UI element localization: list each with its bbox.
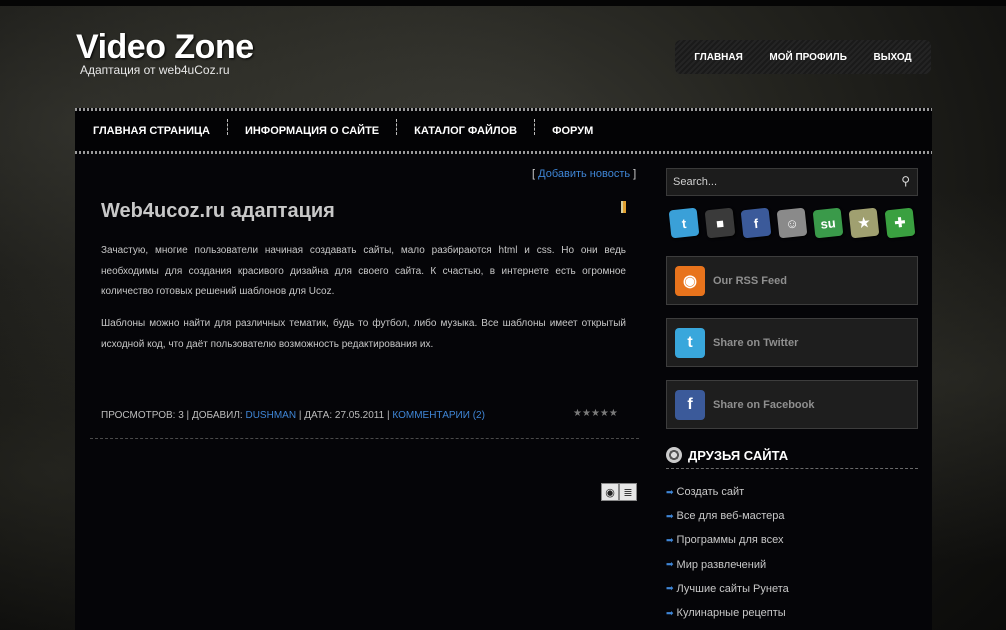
friends-list: ➡ Создать сайт ➡ Все для веб-мастера ➡ Програ… — [666, 480, 789, 625]
friend-link[interactable]: ➡ Все для веб-мастера — [666, 504, 789, 528]
arrow-right-icon: ➡ — [666, 486, 674, 497]
post-tools: ◉ ≣ — [601, 483, 637, 501]
add-news: [ Добавить новость ] — [532, 168, 636, 180]
topnav-logout[interactable]: ВЫХОД — [873, 52, 911, 63]
search-input[interactable] — [673, 176, 888, 188]
facebook-icon[interactable]: f — [740, 207, 772, 239]
language-flag-icon — [621, 201, 626, 213]
meta-sep: | — [298, 410, 302, 421]
views-count: ПРОСМОТРОВ: 3 — [101, 410, 184, 421]
menu-item-home[interactable]: ГЛАВНАЯ СТРАНИЦА — [75, 125, 227, 137]
widget-label: Share on Facebook — [713, 398, 815, 411]
top-nav: ГЛАВНАЯ МОЙ ПРОФИЛЬ ВЫХОД — [675, 40, 931, 74]
topnav-home[interactable]: ГЛАВНАЯ — [694, 52, 743, 63]
menu-item-files[interactable]: КАТАЛОГ ФАЙЛОВ — [396, 119, 534, 137]
twitter-icon[interactable]: t — [668, 207, 700, 239]
arrow-right-icon: ➡ — [666, 534, 674, 545]
print-icon[interactable]: ≣ — [619, 483, 637, 501]
arrow-right-icon: ➡ — [666, 583, 674, 594]
friend-link[interactable]: ➡ Мир развлечений — [666, 553, 789, 577]
friends-heading: ДРУЗЬЯ САЙТА — [666, 447, 788, 463]
search-icon[interactable]: ⚲ — [901, 174, 910, 188]
bracket-open: [ — [532, 168, 536, 180]
friends-title: ДРУЗЬЯ САЙТА — [688, 447, 789, 463]
bracket-close: ] — [633, 168, 637, 180]
friend-link[interactable]: ➡ Лучшие сайты Рунета — [666, 577, 789, 601]
friend-link[interactable]: ➡ Кулинарные рецепты — [666, 601, 789, 625]
arrow-right-icon: ➡ — [666, 510, 674, 521]
post-title[interactable]: Web4ucoz.ru адаптация — [101, 200, 335, 223]
menu-bottom-divider — [75, 151, 932, 154]
bookmark-plus-icon[interactable]: ✚ — [884, 207, 916, 239]
friend-link-label: Мир развлечений — [676, 558, 767, 571]
post-paragraph-2: Шаблоны можно найти для различных темати… — [101, 318, 626, 350]
arrow-right-icon: ➡ — [666, 559, 674, 570]
friend-link-label: Кулинарные рецепты — [676, 607, 786, 620]
menu-item-forum[interactable]: ФОРУМ — [534, 119, 610, 137]
rating-stars[interactable]: ★★★★★ — [573, 408, 618, 419]
search-box: ⚲ — [666, 168, 918, 196]
friend-link-label: Программы для всех — [676, 534, 784, 547]
facebook-icon: f — [675, 389, 705, 420]
film-reel-icon — [666, 447, 682, 463]
widget-share-twitter[interactable]: t Share on Twitter — [666, 318, 918, 367]
main-menu: ГЛАВНАЯ СТРАНИЦА ИНФОРМАЦИЯ О САЙТЕ КАТА… — [75, 111, 932, 151]
friend-link-label: Лучшие сайты Рунета — [676, 582, 789, 595]
twitter-icon: t — [675, 327, 705, 358]
widget-label: Our RSS Feed — [713, 274, 787, 287]
widget-rss[interactable]: ◉ Our RSS Feed — [666, 256, 918, 305]
star-icon[interactable]: ★ — [591, 408, 600, 419]
social-icons: t ■ f ☺ su ★ ✚ — [668, 207, 916, 239]
star-icon[interactable]: ★ — [600, 408, 609, 419]
friend-link-label: Все для веб-мастера — [676, 510, 785, 523]
post-meta: ПРОСМОТРОВ: 3 | ДОБАВИЛ: DUSHMAN | ДАТА:… — [101, 410, 485, 421]
stumbleupon-icon[interactable]: su — [812, 207, 844, 239]
friend-link[interactable]: ➡ Программы для всех — [666, 528, 789, 552]
meta-sep: | — [186, 410, 190, 421]
star-icon[interactable]: ★ — [573, 408, 582, 419]
post-paragraph-1: Зачастую, многие пользователи начиная со… — [101, 245, 626, 297]
top-border — [0, 0, 1006, 6]
site-logo[interactable]: Video Zone — [76, 28, 254, 67]
meta-sep: | — [386, 410, 390, 421]
friend-link[interactable]: ➡ Создать сайт — [666, 480, 789, 504]
add-news-link[interactable]: Добавить новость — [538, 168, 630, 180]
star-icon[interactable]: ★ — [609, 408, 618, 419]
friends-divider — [666, 468, 918, 469]
comments-link[interactable]: КОММЕНТАРИИ (2) — [392, 410, 485, 421]
topnav-profile[interactable]: МОЙ ПРОФИЛЬ — [769, 52, 847, 63]
author-label: ДОБАВИЛ: — [191, 410, 243, 421]
friend-link-label: Создать сайт — [676, 486, 745, 499]
widget-share-facebook[interactable]: f Share on Facebook — [666, 380, 918, 429]
widget-label: Share on Twitter — [713, 336, 799, 349]
star-icon[interactable]: ★ — [582, 408, 591, 419]
myspace-icon[interactable]: ☺ — [776, 207, 808, 239]
rss-icon: ◉ — [675, 265, 705, 296]
author-link[interactable]: DUSHMAN — [245, 410, 296, 421]
post-date: ДАТА: 27.05.2011 — [304, 410, 385, 421]
delicious-icon[interactable]: ■ — [704, 207, 736, 239]
arrow-right-icon: ➡ — [666, 607, 674, 618]
view-icon[interactable]: ◉ — [601, 483, 619, 501]
site-tagline: Адаптация от web4uCoz.ru — [80, 63, 230, 77]
favorites-icon[interactable]: ★ — [848, 207, 880, 239]
post-divider — [90, 438, 639, 439]
menu-item-about[interactable]: ИНФОРМАЦИЯ О САЙТЕ — [226, 119, 396, 137]
